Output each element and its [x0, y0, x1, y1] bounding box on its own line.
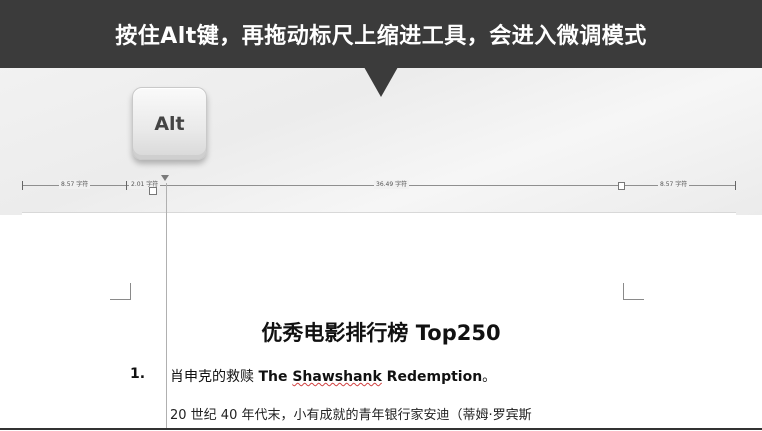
left-indent-marker[interactable] — [149, 187, 157, 195]
horizontal-ruler[interactable]: 8.57 字符 2.01 字符 36.49 字符 8.57 字符 — [22, 175, 736, 196]
ruler-end-tick — [735, 181, 736, 190]
ruler-start-tick — [22, 181, 23, 190]
margin-corner-left — [110, 283, 131, 300]
indent-guide-line — [166, 183, 167, 430]
ruler-left-margin-label: 8.57 字符 — [59, 180, 91, 189]
ruler-text-width-label: 36.49 字符 — [374, 180, 410, 189]
ruler-right-margin-label: 8.57 字符 — [658, 180, 690, 189]
movie-title-en-pre: The — [258, 369, 293, 385]
movie-title-cn: 肖申克的救赎 — [170, 369, 259, 385]
list-item-body: 20 世纪 40 年代末，小有成就的青年银行家安迪（蒂姆·罗宾斯 — [170, 408, 532, 423]
banner-text: 按住Alt键，再拖动标尺上缩进工具，会进入微调模式 — [115, 24, 647, 49]
right-indent-marker[interactable] — [618, 182, 625, 190]
instruction-banner: 按住Alt键，再拖动标尺上缩进工具，会进入微调模式 — [0, 0, 762, 68]
ruler-left-margin-tick — [126, 181, 127, 190]
list-item-title: 肖申克的救赎 The Shawshank Redemption。 — [170, 366, 496, 386]
alt-key-icon: Alt — [132, 87, 207, 160]
title-end-punct: 。 — [482, 369, 497, 385]
spelling-error-word[interactable]: Shawshank — [292, 369, 381, 385]
document-title: 优秀电影排行榜 Top250 — [261, 321, 501, 345]
list-item-number: 1. — [130, 366, 146, 382]
first-line-indent-marker[interactable] — [161, 175, 169, 181]
banner-pointer-arrow — [364, 67, 398, 97]
margin-corner-right — [623, 283, 644, 300]
alt-key-label: Alt — [154, 112, 185, 135]
movie-title-en-post: Redemption — [381, 369, 483, 385]
